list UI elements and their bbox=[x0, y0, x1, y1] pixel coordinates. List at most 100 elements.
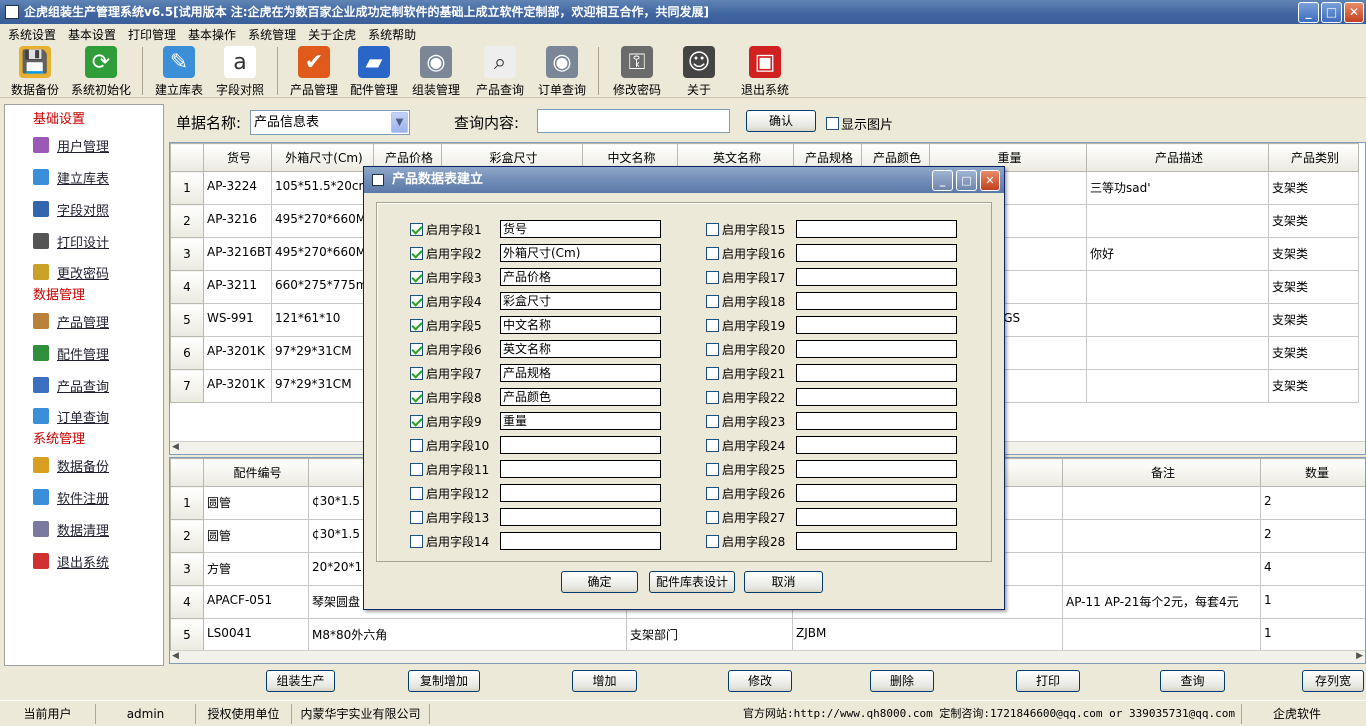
table-cell[interactable]: 495*270*660MM bbox=[271, 204, 374, 238]
field-name-input[interactable] bbox=[796, 436, 957, 454]
field-name-input[interactable]: 英文名称 bbox=[500, 340, 661, 358]
field-enable-checkbox[interactable] bbox=[410, 534, 423, 548]
table-cell[interactable]: 121*61*10 bbox=[271, 303, 374, 337]
field-enable-checkbox[interactable] bbox=[410, 390, 423, 404]
field-name-input[interactable] bbox=[796, 532, 957, 550]
field-name-input[interactable]: 产品规格 bbox=[500, 364, 661, 382]
field-name-input[interactable]: 中文名称 bbox=[500, 316, 661, 334]
field-name-input[interactable]: 外箱尺寸(Cm) bbox=[500, 244, 661, 262]
field-name-input[interactable] bbox=[796, 340, 957, 358]
column-header[interactable]: 外箱尺寸(Cm) bbox=[271, 143, 374, 172]
table-cell[interactable]: 支架类 bbox=[1268, 204, 1359, 238]
toolbar-button-1-1[interactable]: a 字段对照 bbox=[209, 44, 271, 98]
toolbar-button-3-2[interactable]: ▣ 退出系统 bbox=[729, 44, 801, 98]
dialog-cancel-button[interactable]: 取消 bbox=[744, 571, 823, 593]
field-name-input[interactable] bbox=[796, 292, 957, 310]
sidebar-item[interactable]: 配件管理 bbox=[5, 337, 163, 369]
field-enable-checkbox[interactable] bbox=[706, 390, 719, 404]
table-cell[interactable] bbox=[1062, 519, 1261, 553]
row-number[interactable]: 5 bbox=[170, 618, 204, 652]
table-cell[interactable]: 4 bbox=[1260, 552, 1365, 586]
field-enable-checkbox[interactable] bbox=[410, 414, 423, 428]
column-header[interactable]: 数量 bbox=[1260, 458, 1365, 487]
field-name-input[interactable] bbox=[796, 388, 957, 406]
table-cell[interactable]: 97*29*31CM bbox=[271, 369, 374, 403]
column-header[interactable]: 产品描述 bbox=[1086, 143, 1269, 172]
column-header[interactable]: 产品类别 bbox=[1268, 143, 1359, 172]
toolbar-button-0-0[interactable]: 💾 数据备份 bbox=[4, 44, 66, 98]
field-enable-checkbox[interactable] bbox=[706, 342, 719, 356]
table-cell[interactable]: 1 bbox=[1260, 618, 1365, 652]
field-name-input[interactable] bbox=[500, 436, 661, 454]
field-name-input[interactable] bbox=[500, 460, 661, 478]
field-name-input[interactable]: 产品价格 bbox=[500, 268, 661, 286]
row-number[interactable]: 7 bbox=[170, 369, 204, 403]
field-enable-checkbox[interactable] bbox=[410, 318, 423, 332]
toolbar-button-2-4[interactable]: ◉ 订单查询 bbox=[532, 44, 592, 98]
action-button-4[interactable]: 删除 bbox=[870, 670, 934, 692]
action-button-3[interactable]: 修改 bbox=[728, 670, 792, 692]
row-number[interactable]: 3 bbox=[170, 237, 204, 271]
field-name-input[interactable] bbox=[500, 532, 661, 550]
table-cell[interactable]: AP-11 AP-21每个2元，每套4元 bbox=[1062, 585, 1261, 619]
field-name-input[interactable] bbox=[796, 412, 957, 430]
table-cell[interactable]: 2 bbox=[1260, 519, 1365, 553]
table-cell[interactable]: 支架类 bbox=[1268, 369, 1359, 403]
table-cell[interactable]: 2 bbox=[1260, 486, 1365, 520]
table-cell[interactable]: APACF-051 bbox=[203, 585, 309, 619]
table-cell[interactable]: WS-991 bbox=[203, 303, 272, 337]
menu-item-5[interactable]: 关于企虎 bbox=[304, 26, 360, 43]
sidebar-item[interactable]: 软件注册 bbox=[5, 481, 163, 513]
action-button-0[interactable]: 组装生产 bbox=[266, 670, 335, 692]
field-name-input[interactable]: 产品颜色 bbox=[500, 388, 661, 406]
table-cell[interactable] bbox=[1086, 369, 1269, 403]
parts-table-design-button[interactable]: 配件库表设计 bbox=[649, 571, 735, 593]
table-cell[interactable]: 支架部门 bbox=[626, 618, 793, 652]
chevron-down-icon[interactable]: ▼ bbox=[391, 112, 408, 133]
table-cell[interactable]: 支架类 bbox=[1268, 237, 1359, 271]
close-button[interactable]: ✕ bbox=[1344, 2, 1364, 23]
sidebar-item[interactable]: 字段对照 bbox=[5, 193, 163, 225]
parts-hscrollbar[interactable]: ◀ ▶ bbox=[170, 650, 1365, 663]
field-enable-checkbox[interactable] bbox=[706, 438, 719, 452]
menu-item-1[interactable]: 基本设置 bbox=[64, 26, 120, 43]
field-name-input[interactable] bbox=[796, 268, 957, 286]
field-name-input[interactable] bbox=[796, 220, 957, 238]
row-number[interactable]: 2 bbox=[170, 519, 204, 553]
field-enable-checkbox[interactable] bbox=[410, 246, 423, 260]
field-name-input[interactable] bbox=[796, 484, 957, 502]
table-cell[interactable] bbox=[1086, 270, 1269, 304]
menu-item-3[interactable]: 基本操作 bbox=[184, 26, 240, 43]
field-name-input[interactable] bbox=[796, 364, 957, 382]
field-enable-checkbox[interactable] bbox=[410, 462, 423, 476]
action-button-2[interactable]: 增加 bbox=[572, 670, 637, 692]
toolbar-button-2-1[interactable]: ▰ 配件管理 bbox=[344, 44, 404, 98]
field-enable-checkbox[interactable] bbox=[706, 486, 719, 500]
table-cell[interactable]: 方管 bbox=[203, 552, 309, 586]
sidebar-item[interactable]: 数据备份 bbox=[5, 449, 163, 481]
toolbar-button-2-0[interactable]: ✔ 产品管理 bbox=[284, 44, 344, 98]
column-header[interactable]: 配件编号 bbox=[203, 458, 309, 487]
dialog-ok-button[interactable]: 确定 bbox=[561, 571, 638, 593]
field-enable-checkbox[interactable] bbox=[706, 318, 719, 332]
field-enable-checkbox[interactable] bbox=[410, 486, 423, 500]
table-cell[interactable] bbox=[1062, 618, 1261, 652]
show-image-check[interactable] bbox=[826, 117, 839, 130]
field-enable-checkbox[interactable] bbox=[706, 414, 719, 428]
field-enable-checkbox[interactable] bbox=[706, 270, 719, 284]
table-cell[interactable]: 三等功sad' bbox=[1086, 171, 1269, 205]
field-enable-checkbox[interactable] bbox=[410, 510, 423, 524]
menu-item-2[interactable]: 打印管理 bbox=[124, 26, 180, 43]
confirm-button[interactable]: 确认 bbox=[746, 110, 816, 132]
table-row[interactable]: 5 LS0041 M8*80外六角 支架部门 ZJBM 1 bbox=[170, 618, 1365, 652]
show-image-checkbox[interactable]: 显示图片 bbox=[826, 114, 893, 133]
field-name-input[interactable]: 彩盒尺寸 bbox=[500, 292, 661, 310]
column-header[interactable]: 货号 bbox=[203, 143, 272, 172]
field-enable-checkbox[interactable] bbox=[410, 342, 423, 356]
table-cell[interactable] bbox=[1086, 303, 1269, 337]
field-enable-checkbox[interactable] bbox=[706, 534, 719, 548]
menu-item-6[interactable]: 系统帮助 bbox=[364, 26, 420, 43]
table-cell[interactable]: AP-3201K bbox=[203, 336, 272, 370]
table-cell[interactable]: ZJBM bbox=[792, 618, 1063, 652]
field-enable-checkbox[interactable] bbox=[410, 270, 423, 284]
